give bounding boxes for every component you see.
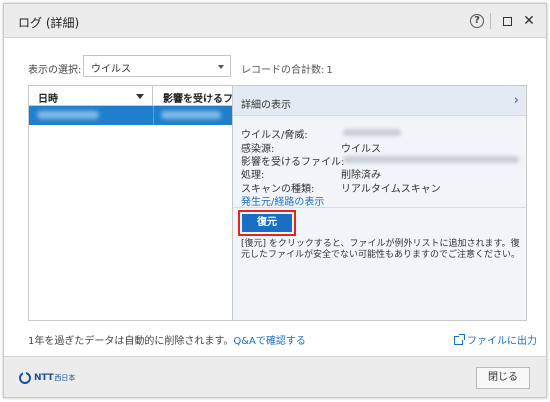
- route-link[interactable]: 発生元/経路の表示: [241, 193, 324, 208]
- restore-button[interactable]: 復元: [242, 214, 292, 232]
- column-file-label: 影響を受けるファ: [163, 94, 233, 105]
- bottom-bar: NTT 西日本 閉じる: [4, 356, 546, 397]
- qa-link[interactable]: Q&Aで確認する: [233, 336, 306, 347]
- column-header-affected-file[interactable]: 影響を受けるファ: [154, 86, 233, 106]
- ntt-west-logo: NTT 西日本: [19, 372, 75, 384]
- window-title: ログ (詳細): [18, 16, 80, 30]
- detail-header[interactable]: 詳細の表示 ›: [233, 86, 526, 116]
- logo-subtext: 西日本: [54, 374, 76, 382]
- detail-divider: [233, 207, 526, 208]
- sort-arrow-icon: [136, 94, 144, 99]
- filter-label: 表示の選択:: [28, 65, 82, 76]
- log-list: 日時 影響を受けるファ: [28, 85, 233, 321]
- redacted-file: [161, 111, 221, 119]
- field-action-label: 処理:: [241, 170, 265, 181]
- retention-note-text: 1年を過ぎたデータは自動的に削除されます。: [28, 336, 234, 347]
- list-header: 日時 影響を受けるファ: [29, 86, 232, 106]
- export-file-label: ファイルに出力: [467, 336, 537, 347]
- restore-note: [復元] をクリックすると、ファイルが例外リストに追加されます。復元したファイル…: [241, 239, 521, 260]
- maximize-button[interactable]: [498, 12, 516, 30]
- record-total-label: レコードの合計数:: [241, 65, 325, 76]
- title-bar: ログ (詳細) ? ✕: [4, 4, 546, 38]
- retention-note: 1年を過ぎたデータは自動的に削除されます。Q&Aで確認する: [28, 332, 306, 347]
- field-scan-type-value: リアルタイムスキャン: [341, 184, 441, 195]
- detail-header-label: 詳細の表示: [241, 100, 291, 111]
- record-total-value: 1: [326, 65, 333, 76]
- help-button[interactable]: ?: [468, 12, 486, 30]
- filter-select[interactable]: ウイルス: [83, 55, 231, 77]
- external-link-icon: [454, 334, 465, 345]
- chevron-down-icon: [218, 65, 224, 69]
- redacted-file-path: [343, 156, 519, 163]
- field-source-value: ウイルス: [341, 144, 381, 155]
- close-window-button[interactable]: ✕: [520, 12, 538, 30]
- column-date-label: 日時: [38, 94, 58, 105]
- logo-text: NTT: [34, 373, 54, 383]
- export-file-link[interactable]: ファイルに出力: [454, 332, 537, 347]
- filter-selected-value: ウイルス: [91, 64, 131, 75]
- help-icon: ?: [470, 14, 484, 28]
- field-action-value: 削除済み: [341, 170, 381, 181]
- ntt-logo-icon: [19, 372, 31, 384]
- log-detail-window: ログ (詳細) ? ✕ 表示の選択: ウイルス レコードの合計数: 1 日時 影響…: [3, 3, 547, 398]
- column-header-date[interactable]: 日時: [29, 86, 153, 106]
- redacted-threat-name: [343, 129, 401, 136]
- field-threat-label: ウイルス/脅威:: [241, 130, 308, 141]
- redacted-date: [37, 111, 99, 119]
- titlebar-divider: [490, 13, 491, 29]
- record-total: レコードの合計数: 1: [241, 61, 333, 76]
- chevron-right-icon: ›: [513, 93, 519, 108]
- close-icon: ✕: [523, 13, 535, 29]
- maximize-icon: [502, 16, 512, 26]
- detail-panel: 詳細の表示 › ウイルス/脅威: 感染源: ウイルス 影響を受けるファイル: 処…: [233, 85, 527, 321]
- close-button[interactable]: 閉じる: [476, 367, 530, 389]
- row-column-divider: [153, 106, 154, 125]
- list-row-selected[interactable]: [29, 106, 232, 125]
